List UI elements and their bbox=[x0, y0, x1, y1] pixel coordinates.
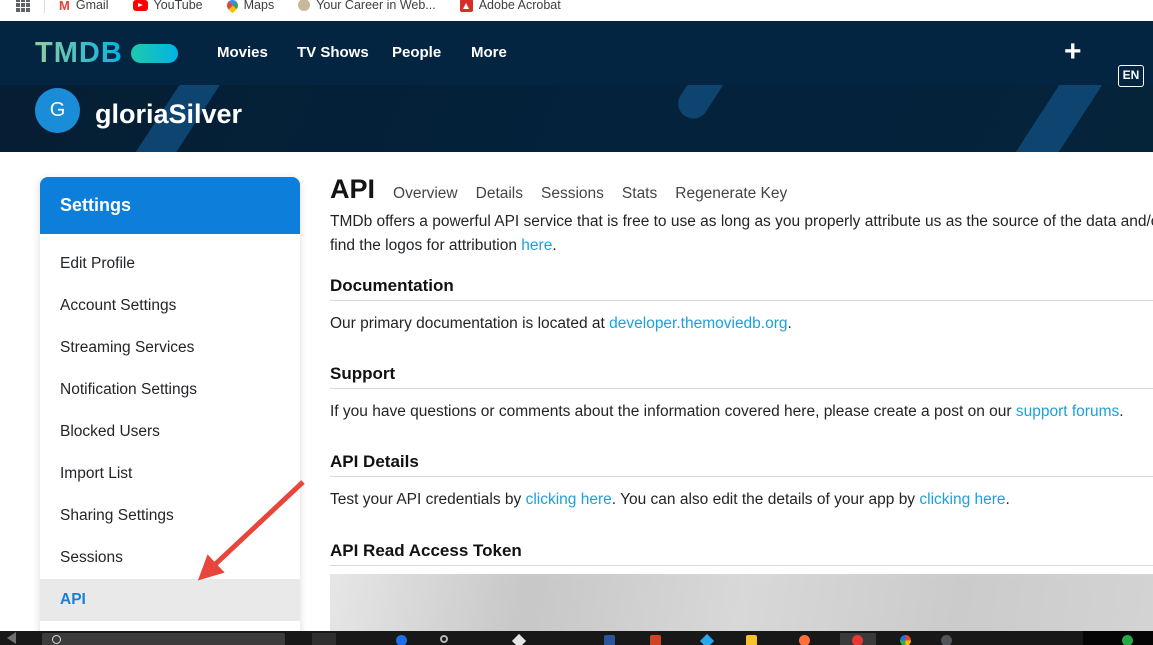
sidebar-item-notification-settings[interactable]: Notification Settings bbox=[40, 369, 300, 411]
section-divider bbox=[330, 476, 1153, 477]
sidebar-item-edit-profile[interactable]: Edit Profile bbox=[40, 243, 300, 285]
apps-grid-icon[interactable] bbox=[16, 0, 30, 12]
section-divider bbox=[330, 300, 1153, 301]
profile-banner: G gloriaSilver bbox=[0, 85, 1153, 152]
banner-stripe bbox=[672, 85, 757, 124]
sidebar-item-api[interactable]: API bbox=[40, 579, 300, 621]
taskbar-app-icon[interactable] bbox=[941, 635, 952, 645]
test-credentials-link[interactable]: clicking here bbox=[526, 491, 612, 508]
sidebar-item-blocked-users[interactable]: Blocked Users bbox=[40, 411, 300, 453]
page-title: API bbox=[330, 174, 375, 205]
bookmark-gmail[interactable]: M Gmail bbox=[59, 0, 109, 12]
gmail-icon: M bbox=[59, 0, 70, 12]
sidebar-item-sharing-settings[interactable]: Sharing Settings bbox=[40, 495, 300, 537]
taskbar-powerpoint-icon[interactable] bbox=[650, 635, 661, 645]
tmdb-logo-pill bbox=[131, 44, 178, 63]
tmdb-logo-text: TMDB bbox=[35, 37, 123, 70]
tab-regenerate-key[interactable]: Regenerate Key bbox=[675, 185, 787, 203]
maps-icon bbox=[224, 0, 240, 13]
section-divider bbox=[330, 565, 1153, 566]
tab-stats[interactable]: Stats bbox=[622, 185, 657, 203]
section-divider bbox=[330, 388, 1153, 389]
taskbar-right-section bbox=[1083, 631, 1153, 645]
browser-bookmarks-bar: M Gmail YouTube Maps Your Career in Web.… bbox=[0, 0, 1153, 21]
edit-app-details-link[interactable]: clicking here bbox=[919, 491, 1005, 508]
bookmark-label: Your Career in Web... bbox=[316, 0, 436, 12]
tmdb-logo[interactable]: TMDB bbox=[35, 21, 178, 85]
sidebar-item-streaming-services[interactable]: Streaming Services bbox=[40, 327, 300, 369]
sidebar-title: Settings bbox=[40, 177, 300, 234]
sidebar-item-import-list[interactable]: Import List bbox=[40, 453, 300, 495]
taskbar-word-icon[interactable] bbox=[604, 635, 615, 645]
tmdb-header: TMDB Movies TV Shows People More + EN bbox=[0, 21, 1153, 85]
tab-details[interactable]: Details bbox=[476, 185, 523, 203]
bookmarks-separator bbox=[44, 0, 45, 13]
api-details-text: Test your API credentials by clicking he… bbox=[330, 488, 1153, 512]
api-token-blurred-value bbox=[330, 574, 1153, 631]
support-text: If you have questions or comments about … bbox=[330, 400, 1153, 424]
bookmark-maps[interactable]: Maps bbox=[227, 0, 275, 12]
bookmark-label: YouTube bbox=[154, 0, 203, 12]
taskbar-folder-icon[interactable] bbox=[746, 635, 757, 645]
acrobat-icon bbox=[460, 0, 473, 12]
nav-movies[interactable]: Movies bbox=[217, 21, 268, 85]
taskbar-app-icon[interactable] bbox=[396, 635, 407, 645]
taskbar-search-box[interactable] bbox=[42, 633, 285, 645]
taskbar-chrome-icon[interactable] bbox=[900, 635, 911, 645]
tab-overview[interactable]: Overview bbox=[393, 185, 458, 203]
api-read-access-token-heading: API Read Access Token bbox=[330, 541, 1153, 561]
attribution-logos-link[interactable]: here bbox=[521, 237, 552, 254]
taskbar-app-icon[interactable] bbox=[852, 635, 863, 645]
documentation-text: Our primary documentation is located at … bbox=[330, 312, 1153, 336]
taskbar-app-icon[interactable] bbox=[512, 634, 526, 645]
taskbar-onedrive-icon[interactable] bbox=[700, 634, 714, 645]
tab-sessions[interactable]: Sessions bbox=[541, 185, 604, 203]
api-settings-content: API Overview Details Sessions Stats Rege… bbox=[330, 152, 1153, 631]
settings-sidebar: Settings Edit Profile Account Settings S… bbox=[40, 177, 300, 645]
api-details-heading: API Details bbox=[330, 452, 1153, 472]
windows-taskbar bbox=[0, 631, 1153, 645]
nav-more[interactable]: More bbox=[471, 21, 507, 85]
documentation-heading: Documentation bbox=[330, 276, 1153, 296]
bookmark-label: Gmail bbox=[76, 0, 109, 12]
support-forums-link[interactable]: support forums bbox=[1016, 403, 1119, 420]
search-icon bbox=[52, 635, 61, 644]
taskbar-back-icon[interactable] bbox=[7, 632, 16, 644]
nav-people[interactable]: People bbox=[392, 21, 441, 85]
banner-stripe bbox=[994, 85, 1122, 152]
taskbar-app-tile[interactable] bbox=[312, 633, 336, 645]
developer-docs-link[interactable]: developer.themoviedb.org bbox=[609, 315, 787, 332]
avatar: G bbox=[35, 88, 80, 133]
add-new-icon[interactable]: + bbox=[1064, 21, 1082, 85]
bookmark-career-site[interactable]: Your Career in Web... bbox=[298, 0, 436, 12]
sidebar-list: Edit Profile Account Settings Streaming … bbox=[40, 234, 300, 621]
bookmark-label: Maps bbox=[244, 0, 275, 12]
bookmark-label: Adobe Acrobat bbox=[479, 0, 561, 12]
site-favicon-icon bbox=[298, 0, 310, 11]
language-badge[interactable]: EN bbox=[1118, 65, 1144, 87]
support-heading: Support bbox=[330, 364, 1153, 384]
nav-tv-shows[interactable]: TV Shows bbox=[297, 21, 369, 85]
intro-text-line2: find the logos for attribution here. bbox=[330, 234, 1153, 258]
bookmark-acrobat[interactable]: Adobe Acrobat bbox=[460, 0, 561, 12]
sidebar-item-account-settings[interactable]: Account Settings bbox=[40, 285, 300, 327]
taskbar-firefox-icon[interactable] bbox=[799, 635, 810, 645]
youtube-icon bbox=[133, 0, 148, 11]
profile-username: gloriaSilver bbox=[95, 99, 242, 130]
intro-text-line1: TMDb offers a powerful API service that … bbox=[330, 210, 1153, 234]
taskbar-app-icon[interactable] bbox=[440, 635, 448, 643]
taskbar-app-icon[interactable] bbox=[1122, 635, 1133, 645]
bookmark-youtube[interactable]: YouTube bbox=[133, 0, 203, 12]
sidebar-item-sessions[interactable]: Sessions bbox=[40, 537, 300, 579]
